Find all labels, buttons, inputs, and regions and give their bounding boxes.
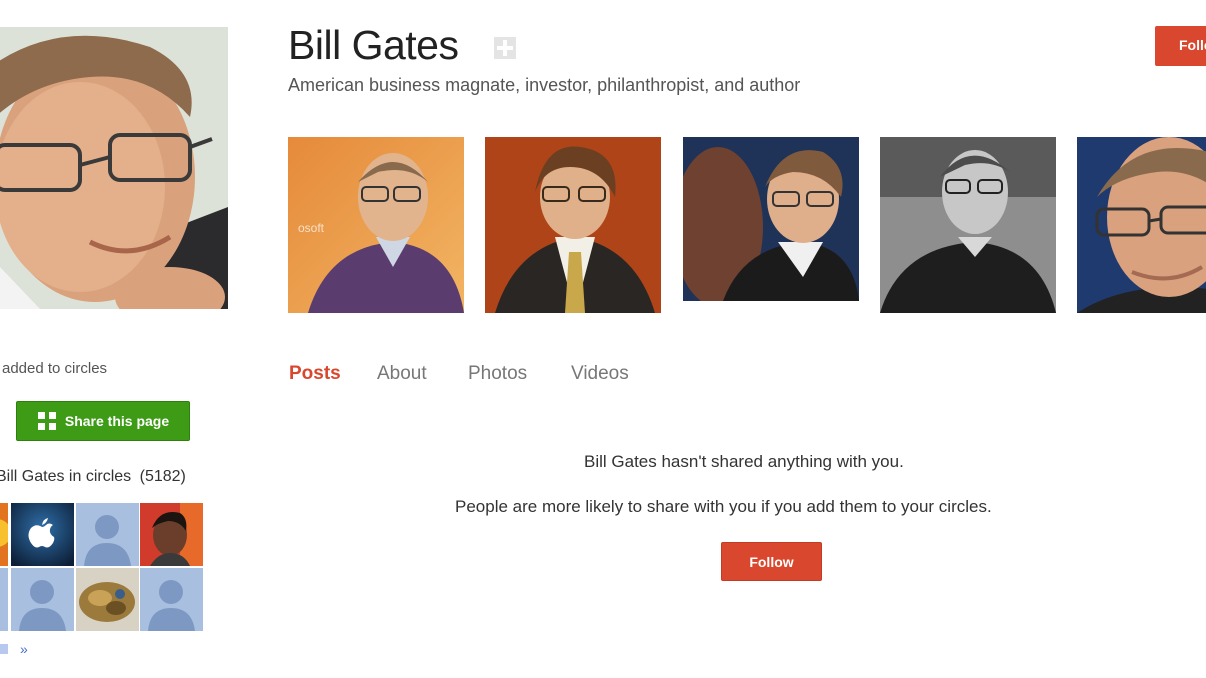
profile-photo-thumbnail[interactable] xyxy=(485,137,661,313)
in-circles-label: Bill Gates in circles xyxy=(0,468,132,485)
google-plus-share-icon xyxy=(37,411,57,431)
tab-about[interactable]: About xyxy=(377,363,427,385)
empty-state-title: Bill Gates hasn't shared anything with y… xyxy=(584,452,904,471)
circle-avatar[interactable] xyxy=(76,568,139,631)
apple-logo-avatar[interactable] xyxy=(11,503,74,566)
profile-page: Bill Gates American business magnate, in… xyxy=(0,0,1206,678)
follow-button-top[interactable]: Follow xyxy=(1155,26,1206,66)
more-circles-bar-icon xyxy=(0,644,8,654)
empty-state-message: People are more likely to share with you… xyxy=(455,497,992,516)
follow-button[interactable]: Follow xyxy=(721,542,822,581)
default-avatar-icon[interactable] xyxy=(76,503,139,566)
profile-photo-thumbnail[interactable] xyxy=(683,137,859,301)
profile-photo-thumbnail[interactable]: osoft xyxy=(288,137,464,313)
share-this-page-label: Share this page xyxy=(64,413,170,429)
tab-photos[interactable]: Photos xyxy=(468,363,527,385)
more-circles-arrow: » xyxy=(20,641,28,657)
share-this-page-button[interactable]: Share this page xyxy=(16,401,190,441)
default-avatar-icon[interactable] xyxy=(0,568,8,631)
profile-photo-thumbnail[interactable] xyxy=(1077,137,1206,313)
circle-avatar[interactable] xyxy=(0,503,8,566)
profile-tagline: American business magnate, investor, phi… xyxy=(288,75,801,95)
tab-videos[interactable]: Videos xyxy=(571,363,629,385)
default-avatar-icon[interactable] xyxy=(11,568,74,631)
tab-posts[interactable]: Posts xyxy=(289,363,341,385)
in-circles-heading: Bill Gates in circles5182 xyxy=(0,468,186,486)
svg-text:osoft: osoft xyxy=(298,221,325,235)
added-to-circles-text: added to circles xyxy=(2,360,108,377)
more-circles-link[interactable]: » xyxy=(0,641,28,657)
google-plus-badge-icon xyxy=(493,36,517,60)
default-avatar-icon[interactable] xyxy=(140,568,203,631)
circle-avatar[interactable] xyxy=(140,503,203,566)
profile-name: Bill Gates xyxy=(288,22,459,68)
in-circles-count: 5182 xyxy=(135,468,186,485)
profile-photo[interactable] xyxy=(0,27,228,309)
profile-photo-thumbnail[interactable] xyxy=(880,137,1056,313)
